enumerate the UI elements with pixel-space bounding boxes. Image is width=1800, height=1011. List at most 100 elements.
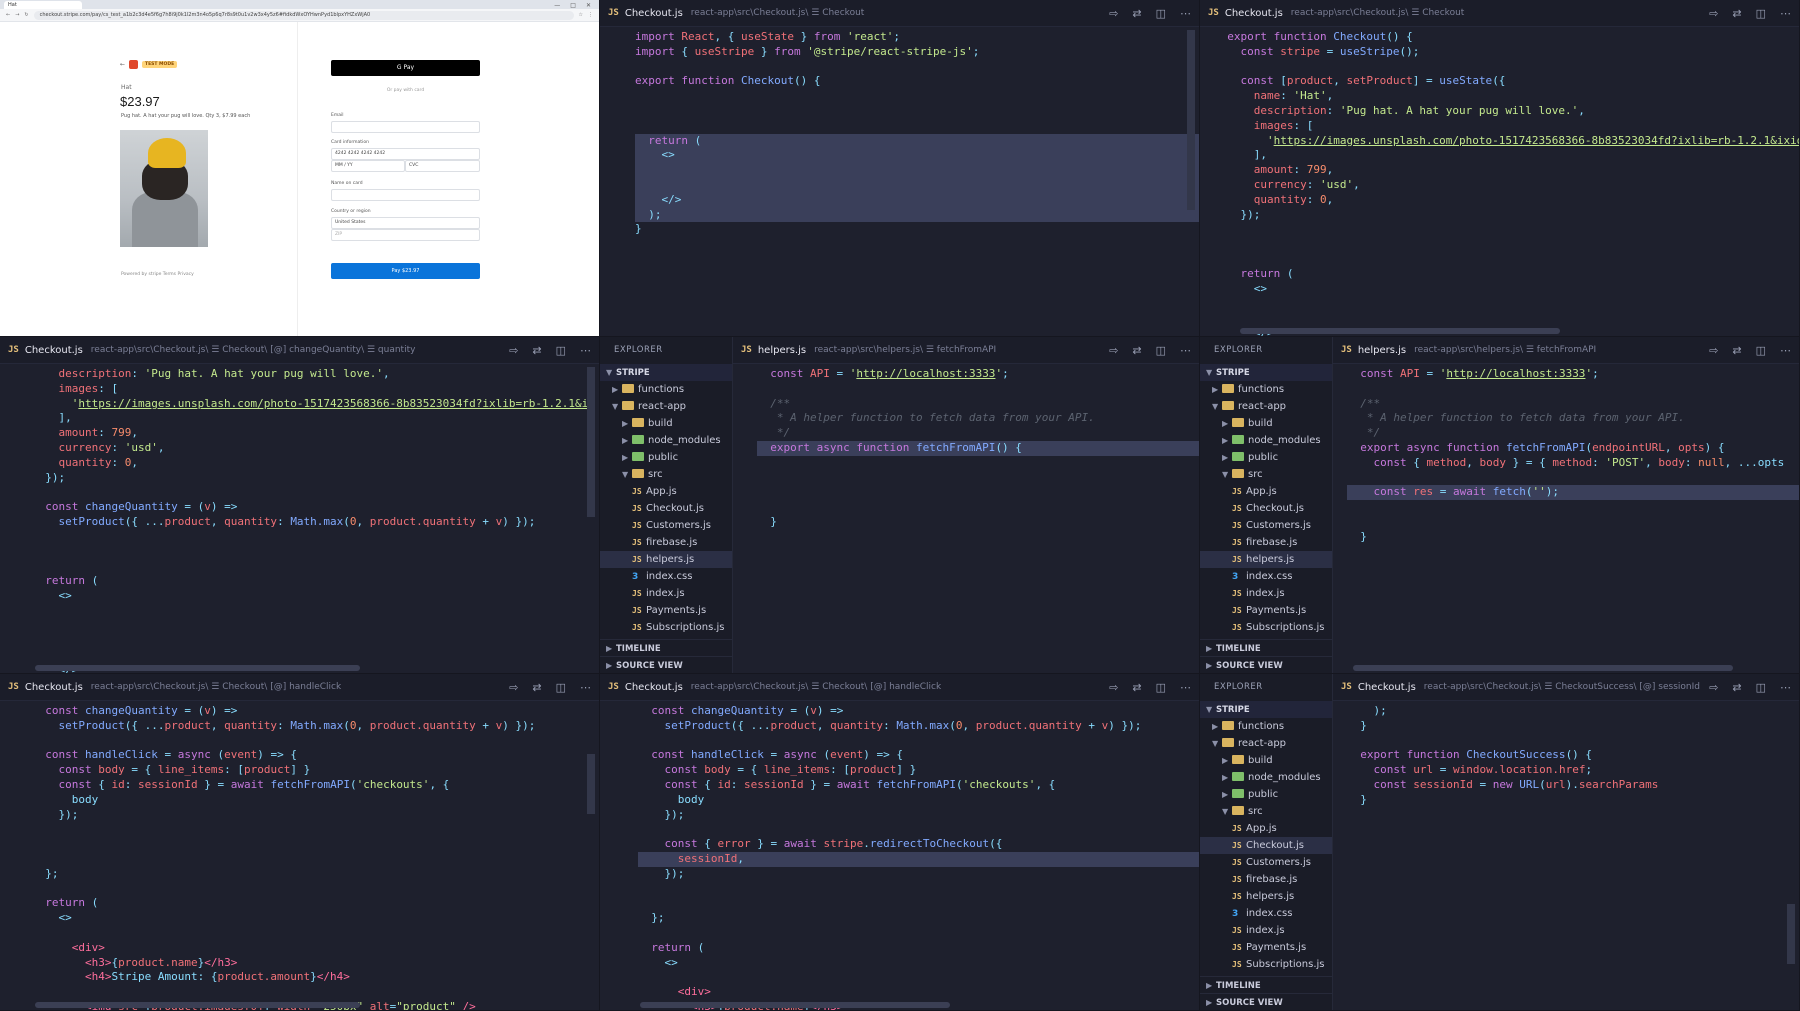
explorer-item[interactable]: ▶ public (1200, 786, 1332, 803)
explorer-item[interactable]: ▶ functions (600, 381, 732, 398)
back-icon[interactable]: ← (6, 12, 10, 18)
explorer-item[interactable]: JS Payments.js (1200, 602, 1332, 619)
browser-tab[interactable]: Hat (4, 1, 82, 9)
editor-tab[interactable]: helpers.js (758, 345, 806, 356)
explorer-item[interactable]: ▼ src (600, 466, 732, 483)
explorer-item[interactable]: JS firebase.js (600, 534, 732, 551)
explorer-item[interactable]: JS Payments.js (1200, 939, 1332, 956)
explorer-item[interactable]: ▶ build (1200, 752, 1332, 769)
code-area[interactable]: const changeQuantity = (v) => setProduct… (600, 701, 1199, 1010)
card-cvc-field[interactable]: CVC (405, 160, 480, 172)
pay-button[interactable]: Pay $23.97 (331, 263, 480, 279)
compare-icon[interactable]: ⇄ (1732, 681, 1741, 694)
open-changes-icon[interactable]: ⇨ (1709, 681, 1718, 694)
zip-field[interactable]: ZIP (331, 229, 480, 241)
breadcrumb[interactable]: react-app\src\Checkout.js\ ☰ Checkout (1291, 8, 1701, 18)
source-view-section[interactable]: ▶ SOURCE VIEW (1200, 656, 1332, 673)
more-actions-icon[interactable]: ⋯ (1180, 7, 1191, 20)
editor-tab[interactable]: Checkout.js (25, 345, 83, 356)
explorer-item[interactable]: 3 index.css (600, 568, 732, 585)
explorer-item[interactable]: ▶ public (1200, 449, 1332, 466)
more-actions-icon[interactable]: ⋯ (1780, 7, 1791, 20)
compare-icon[interactable]: ⇄ (1132, 7, 1141, 20)
horizontal-scrollbar[interactable] (35, 1002, 360, 1008)
open-changes-icon[interactable]: ⇨ (1109, 7, 1118, 20)
explorer-item[interactable]: JS App.js (1200, 483, 1332, 500)
explorer-root-folder[interactable]: ▼ STRIPE (600, 364, 732, 381)
explorer-item[interactable]: ▶ functions (1200, 718, 1332, 735)
split-editor-icon[interactable]: ◫ (1156, 7, 1166, 20)
editor-tab[interactable]: Checkout.js (1225, 8, 1283, 19)
explorer-item[interactable]: ▶ functions (1200, 381, 1332, 398)
vertical-scrollbar[interactable] (587, 367, 595, 517)
compare-icon[interactable]: ⇄ (1132, 344, 1141, 357)
explorer-item[interactable]: ▶ build (1200, 415, 1332, 432)
explorer-item[interactable]: JS Subscriptions.js (1200, 956, 1332, 973)
open-changes-icon[interactable]: ⇨ (509, 344, 518, 357)
breadcrumb[interactable]: react-app\src\Checkout.js\ ☰ Checkout\ [… (691, 682, 1101, 692)
open-changes-icon[interactable]: ⇨ (1109, 344, 1118, 357)
minimize-icon[interactable]: — (554, 2, 560, 9)
more-actions-icon[interactable]: ⋯ (1780, 681, 1791, 694)
maximize-icon[interactable]: □ (570, 2, 576, 9)
card-number-field[interactable]: 4242 4242 4242 4242 (331, 148, 480, 160)
open-changes-icon[interactable]: ⇨ (1709, 7, 1718, 20)
breadcrumb[interactable]: react-app\src\Checkout.js\ ☰ CheckoutSuc… (1424, 682, 1701, 692)
email-field[interactable] (331, 121, 480, 133)
split-editor-icon[interactable]: ◫ (1156, 681, 1166, 694)
explorer-item[interactable]: JS Subscriptions.js (600, 619, 732, 636)
explorer-item[interactable]: JS firebase.js (1200, 871, 1332, 888)
star-icon[interactable]: ☆ (579, 12, 583, 18)
timeline-section[interactable]: ▶ TIMELINE (1200, 976, 1332, 993)
horizontal-scrollbar[interactable] (1353, 665, 1733, 671)
forward-icon[interactable]: → (15, 12, 19, 18)
explorer-item[interactable]: JS helpers.js (600, 551, 732, 568)
compare-icon[interactable]: ⇄ (532, 681, 541, 694)
explorer-item[interactable]: JS index.js (1200, 585, 1332, 602)
timeline-section[interactable]: ▶ TIMELINE (600, 639, 732, 656)
explorer-item[interactable]: JS Customers.js (1200, 854, 1332, 871)
explorer-item[interactable]: JS App.js (1200, 820, 1332, 837)
explorer-item[interactable]: JS App.js (600, 483, 732, 500)
explorer-item[interactable]: JS Checkout.js (1200, 837, 1332, 854)
card-expiry-field[interactable]: MM / YY (331, 160, 405, 172)
explorer-item[interactable]: ▶ build (600, 415, 732, 432)
source-view-section[interactable]: ▶ SOURCE VIEW (1200, 993, 1332, 1010)
open-changes-icon[interactable]: ⇨ (509, 681, 518, 694)
split-editor-icon[interactable]: ◫ (1756, 681, 1766, 694)
editor-tab[interactable]: Checkout.js (1358, 682, 1416, 693)
split-editor-icon[interactable]: ◫ (1756, 7, 1766, 20)
explorer-item[interactable]: ▶ public (600, 449, 732, 466)
explorer-item[interactable]: ▼ react-app (600, 398, 732, 415)
explorer-item[interactable]: ▶ node_modules (1200, 432, 1332, 449)
source-view-section[interactable]: ▶ SOURCE VIEW (600, 656, 732, 673)
code-area[interactable]: description: 'Pug hat. A hat your pug wi… (0, 364, 599, 673)
more-actions-icon[interactable]: ⋯ (1180, 344, 1191, 357)
split-editor-icon[interactable]: ◫ (556, 681, 566, 694)
explorer-item[interactable]: ▼ react-app (1200, 735, 1332, 752)
split-editor-icon[interactable]: ◫ (1756, 344, 1766, 357)
horizontal-scrollbar[interactable] (1240, 328, 1560, 334)
breadcrumb[interactable]: react-app\src\helpers.js\ ☰ fetchFromAPI (814, 345, 1101, 355)
compare-icon[interactable]: ⇄ (1732, 7, 1741, 20)
reload-icon[interactable]: ↻ (24, 12, 28, 18)
explorer-root-folder[interactable]: ▼ STRIPE (1200, 364, 1332, 381)
explorer-item[interactable]: 3 index.css (1200, 568, 1332, 585)
country-select[interactable]: United States (331, 217, 480, 229)
powered-by-footer[interactable]: Powered by stripe Terms Privacy (121, 272, 194, 277)
explorer-item[interactable]: JS Subscriptions.js (1200, 619, 1332, 636)
code-area[interactable]: const changeQuantity = (v) => setProduct… (0, 701, 599, 1010)
code-area[interactable]: const API = 'http://localhost:3333'; /**… (1333, 364, 1799, 673)
split-editor-icon[interactable]: ◫ (556, 344, 566, 357)
horizontal-scrollbar[interactable] (640, 1002, 950, 1008)
vertical-scrollbar[interactable] (1187, 30, 1195, 210)
name-on-card-field[interactable] (331, 189, 480, 201)
breadcrumb[interactable]: react-app\src\Checkout.js\ ☰ Checkout\ [… (91, 345, 501, 355)
menu-icon[interactable]: ⋮ (588, 12, 593, 18)
code-area[interactable]: ); } export function CheckoutSuccess() {… (1333, 701, 1799, 1010)
split-editor-icon[interactable]: ◫ (1156, 344, 1166, 357)
more-actions-icon[interactable]: ⋯ (1180, 681, 1191, 694)
back-arrow-icon[interactable]: ← (120, 61, 125, 68)
vertical-scrollbar[interactable] (587, 754, 595, 814)
explorer-item[interactable]: JS Payments.js (600, 602, 732, 619)
